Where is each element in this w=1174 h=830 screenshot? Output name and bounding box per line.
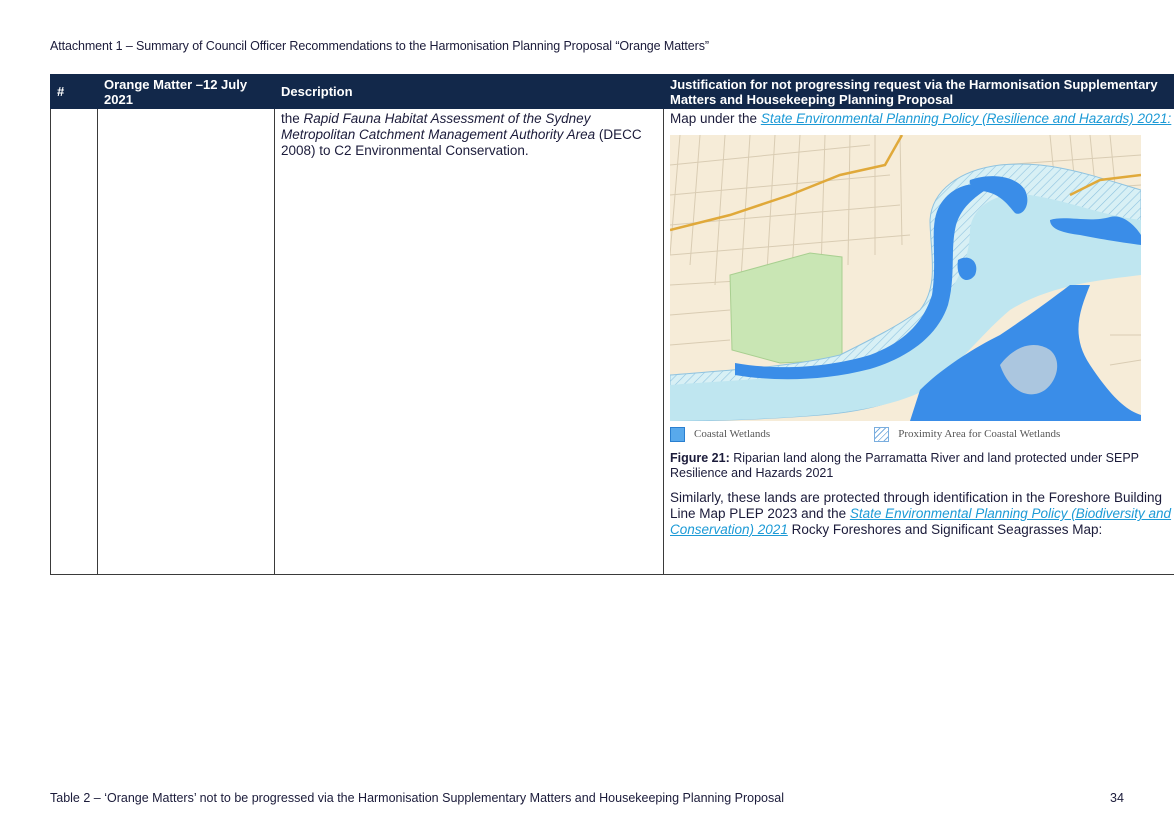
page-footer-text: Table 2 – ‘Orange Matters’ not to be pro… bbox=[50, 791, 784, 805]
intro-colon: : bbox=[1167, 111, 1172, 126]
justification-paragraph: Similarly, these lands are protected thr… bbox=[670, 490, 1174, 538]
table-row: the Rapid Fauna Habitat Assessment of th… bbox=[50, 108, 1174, 575]
cell-orange-matter bbox=[97, 108, 275, 575]
legend-proximity-area: Proximity Area for Coastal Wetlands bbox=[898, 428, 1061, 440]
description-italic-title: Rapid Fauna Habitat Assessment of the Sy… bbox=[281, 111, 596, 142]
page-number: 34 bbox=[1110, 791, 1124, 805]
table-header-row: # Orange Matter –12 July 2021 Descriptio… bbox=[50, 74, 1174, 109]
page-header-title: Attachment 1 – Summary of Council Office… bbox=[50, 39, 709, 53]
map-image bbox=[670, 135, 1141, 421]
cell-justification: Map under the State Environmental Planni… bbox=[663, 108, 1174, 575]
column-header-orange-matter: Orange Matter –12 July 2021 bbox=[97, 74, 275, 109]
intro-text: Map under the bbox=[670, 111, 761, 126]
legend-item-proximity: Proximity Area for Coastal Wetlands bbox=[874, 426, 1060, 442]
figure-caption: Figure 21: Riparian land along the Parra… bbox=[670, 451, 1174, 481]
recommendations-table: # Orange Matter –12 July 2021 Descriptio… bbox=[50, 74, 1174, 575]
figure-label: Figure 21: bbox=[670, 451, 730, 465]
cell-number bbox=[50, 108, 98, 575]
legend-coastal-wetlands: Coastal Wetlands bbox=[694, 428, 771, 440]
coastal-wetlands-swatch bbox=[670, 426, 685, 442]
cell-description: the Rapid Fauna Habitat Assessment of th… bbox=[274, 108, 664, 575]
description-text-start: the bbox=[281, 111, 304, 126]
column-header-justification: Justification for not progressing reques… bbox=[663, 74, 1174, 109]
para-text-end: Rocky Foreshores and Significant Seagras… bbox=[787, 522, 1103, 537]
coastal-wetlands-map bbox=[670, 135, 1141, 421]
sepp-resilience-link[interactable]: State Environmental Planning Policy (Res… bbox=[761, 111, 1168, 126]
map-legend: Coastal Wetlands Proximity Area for Coas… bbox=[670, 423, 1174, 445]
justification-intro: Map under the State Environmental Planni… bbox=[670, 111, 1174, 127]
figure-caption-text: Riparian land along the Parramatta River… bbox=[670, 451, 1139, 480]
column-header-description: Description bbox=[274, 74, 664, 109]
proximity-area-swatch bbox=[874, 426, 890, 442]
column-header-number: # bbox=[50, 74, 98, 109]
